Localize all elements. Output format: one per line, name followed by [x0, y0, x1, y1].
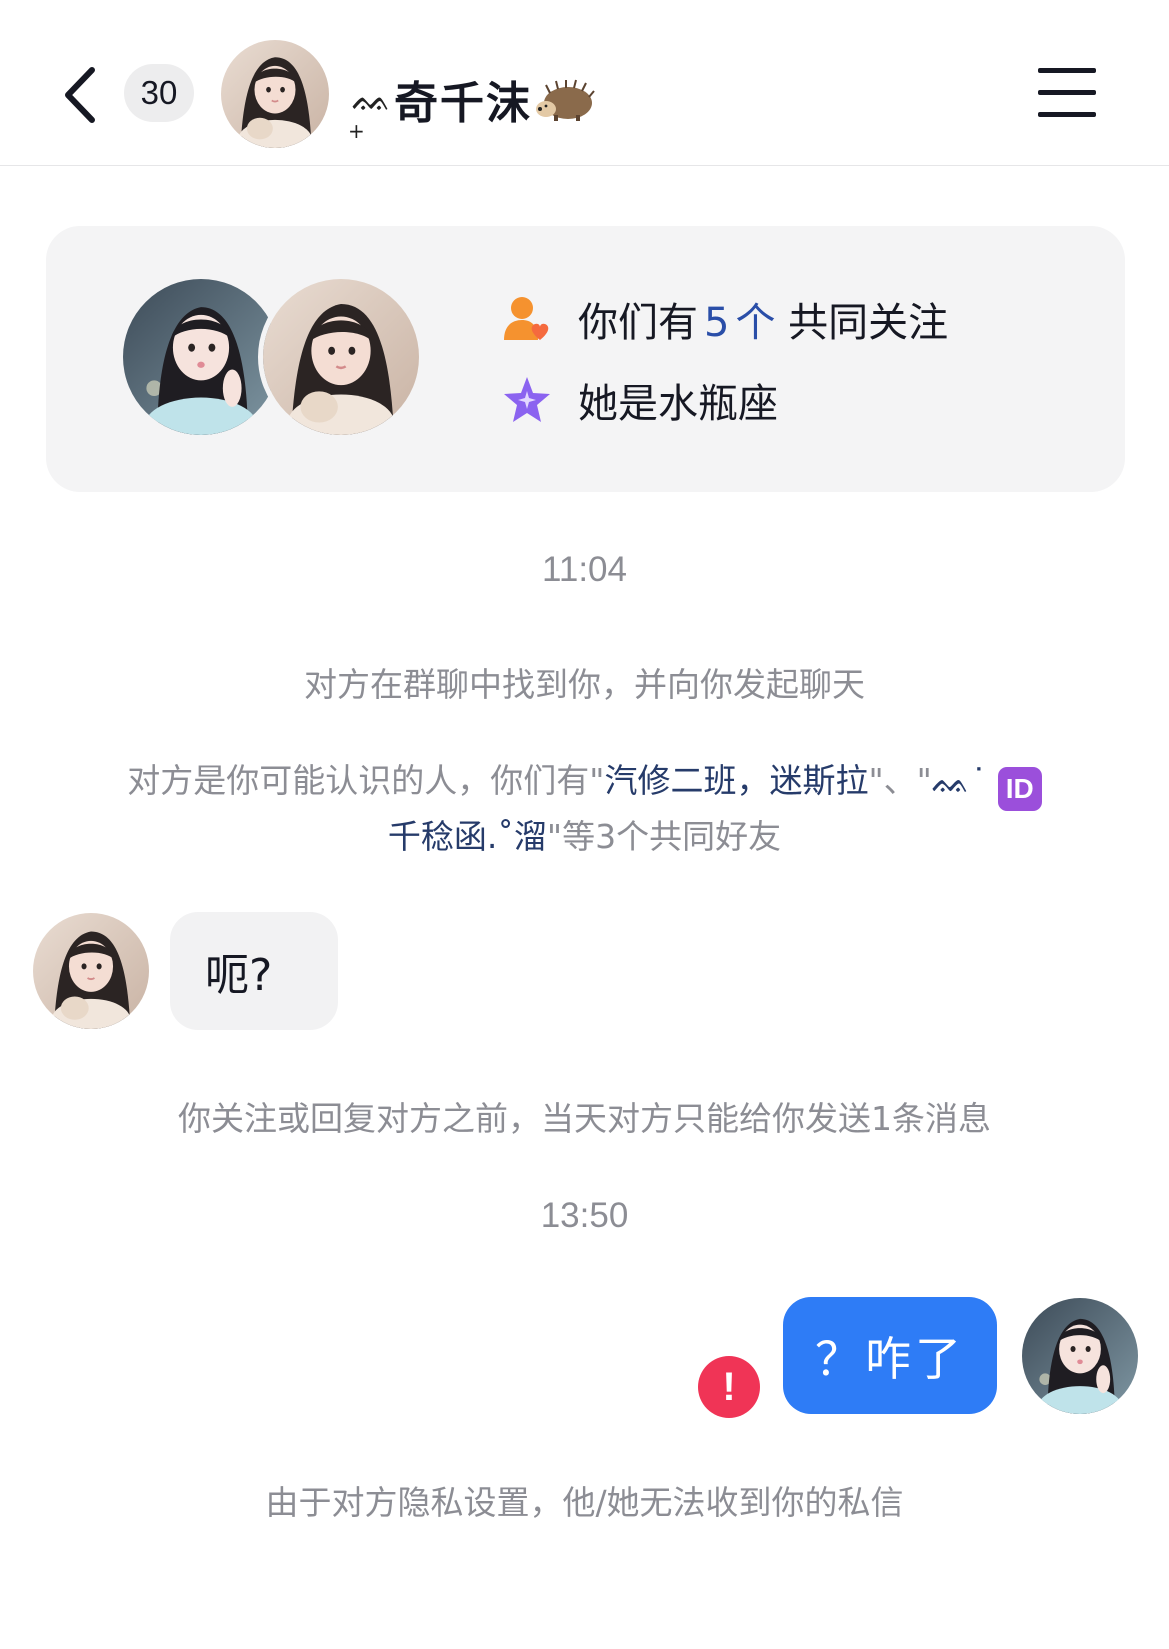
- contact-name-text: 奇千沫: [394, 78, 533, 129]
- menu-button[interactable]: [1036, 66, 1098, 120]
- unread-count-badge[interactable]: 30: [124, 64, 194, 122]
- chat-header: 30 ᨐ + 奇千沫: [0, 0, 1169, 166]
- mutual-friend-link-1[interactable]: 汽修二班，迷斯拉: [604, 761, 868, 800]
- contact-avatar[interactable]: [221, 40, 329, 148]
- system-notice-found: 对方在群聊中找到你，并向你发起聊天: [304, 665, 865, 704]
- timestamp-2: 13:50: [540, 1196, 629, 1235]
- mutual-suffix: 共同关注: [788, 300, 949, 346]
- mutual-unit: 个: [735, 300, 776, 346]
- timestamp-1: 11:04: [542, 550, 627, 589]
- friends-suffix: "等3个共同好友: [546, 817, 782, 856]
- zodiac-row: 她是水瓶座: [500, 371, 778, 429]
- name-deco-plus: +: [348, 119, 365, 143]
- friend2-deco: ᨐ˙: [931, 761, 988, 800]
- zodiac-text: 她是水瓶座: [578, 381, 778, 427]
- error-exclamation-icon[interactable]: !: [698, 1356, 760, 1418]
- mutual-prefix: 你们有: [578, 300, 698, 346]
- relationship-info-card: 你们有 5 个 共同关注 她是水瓶座: [46, 226, 1125, 492]
- mutual-follow-row[interactable]: 你们有 5 个 共同关注: [500, 290, 948, 348]
- back-button[interactable]: [58, 62, 102, 128]
- outgoing-message-bubble[interactable]: ？咋了: [783, 1297, 997, 1414]
- name-deco-glyph: ᨐ: [352, 79, 393, 119]
- users-heart-icon: [504, 297, 549, 340]
- star-sparkle-icon: [504, 377, 550, 422]
- mutual-follow-text: 你们有 5 个 共同关注: [578, 290, 948, 348]
- my-message-avatar[interactable]: [1022, 1298, 1138, 1414]
- friend2-name: 千稔函.˚溜: [387, 817, 547, 856]
- system-notice-message-limit: 你关注或回复对方之前，当天对方只能给你发送1条消息: [178, 1099, 991, 1138]
- contact-message-avatar[interactable]: [33, 913, 149, 1029]
- mutual-count: 5: [704, 300, 730, 346]
- hedgehog-icon: [536, 79, 595, 121]
- chevron-left-icon: [65, 67, 95, 123]
- friends-separator: "、": [868, 761, 932, 800]
- name-decoration: ᨐ +: [348, 79, 393, 143]
- incoming-message-bubble[interactable]: 呃?: [170, 912, 338, 1030]
- hamburger-menu-icon: [1038, 68, 1096, 117]
- system-notice-mutual-friends: 对方是你可能认识的人，你们有"汽修二班，迷斯拉"、"ᨐ˙ ID 千稔函.˚溜"等3…: [0, 755, 1169, 863]
- contact-name[interactable]: ᨐ + 奇千沫: [348, 64, 596, 143]
- friends-prefix: 对方是你可能认识的人，你们有": [127, 761, 605, 800]
- system-notice-privacy: 由于对方隐私设置，他/她无法收到你的私信: [265, 1483, 904, 1522]
- id-badge-icon: ID: [997, 767, 1042, 811]
- contact-avatar-large[interactable]: [258, 274, 424, 440]
